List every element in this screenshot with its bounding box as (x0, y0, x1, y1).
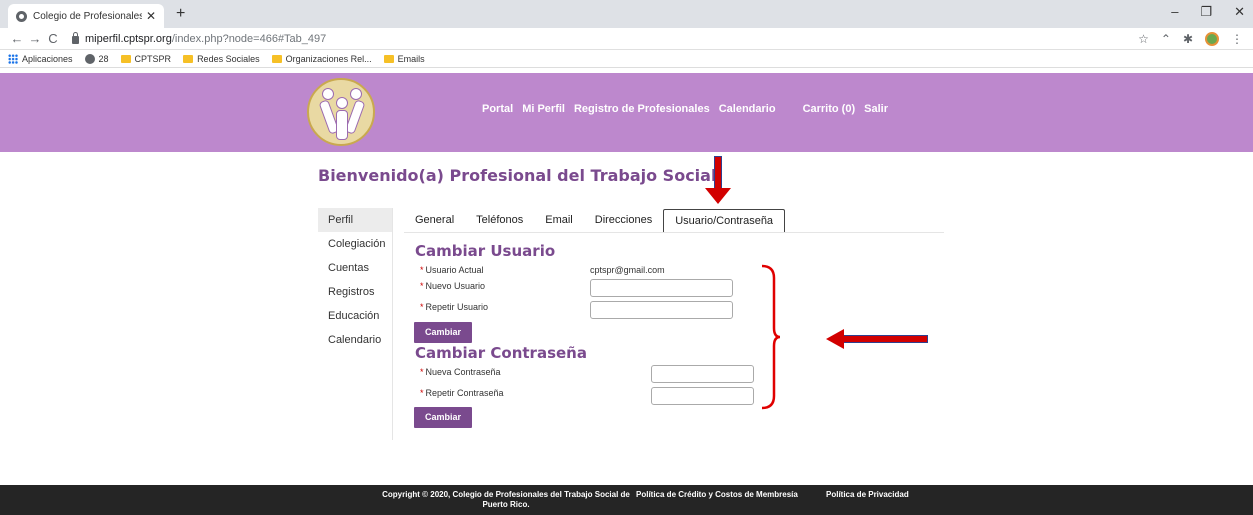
bookmark-redes[interactable]: Redes Sociales (183, 54, 260, 64)
extension-arrow-icon[interactable]: ⌃ (1161, 32, 1171, 46)
site-footer: Copyright © 2020, Colegio de Profesional… (0, 485, 1253, 515)
profile-sidebar: Perfil Colegiación Cuentas Registros Edu… (318, 208, 393, 440)
reload-icon[interactable]: C (44, 31, 62, 46)
sidebar-item-educacion[interactable]: Educación (318, 304, 392, 328)
star-icon[interactable]: ☆ (1138, 32, 1149, 46)
bookmark-organizaciones[interactable]: Organizaciones Rel... (271, 54, 372, 64)
globe-icon (16, 10, 27, 22)
main-nav: Portal Mi Perfil Registro de Profesional… (482, 103, 897, 115)
close-tab-icon[interactable]: ✕ (146, 9, 156, 23)
folder-icon (383, 54, 394, 63)
repeat-password-field[interactable] (651, 387, 754, 405)
bookmark-cptspr[interactable]: CPTSPR (120, 54, 171, 64)
address-bar: ← → C miperfil.cptspr.org /index.php?nod… (0, 28, 1253, 50)
nav-logout[interactable]: Salir (864, 103, 888, 115)
new-password-label: * Nueva Contraseña (420, 367, 501, 377)
new-user-field[interactable] (590, 279, 733, 297)
tab-telefonos[interactable]: Teléfonos (465, 208, 534, 232)
window-controls: – ❐ ✕ (1171, 4, 1245, 20)
bracket-annotation (761, 264, 781, 410)
nav-calendario[interactable]: Calendario (719, 103, 776, 115)
tab-direcciones[interactable]: Direcciones (584, 208, 663, 232)
arrow-left-annotation (826, 329, 928, 349)
back-icon[interactable]: ← (8, 31, 26, 46)
extension-icons: ☆ ⌃ ✱ ⋮ (1138, 31, 1253, 46)
current-user-value: cptspr@gmail.com (590, 265, 665, 275)
apps-icon (8, 53, 18, 64)
globe-icon (84, 53, 95, 64)
browser-tabbar: Colegio de Profesionales del Trab ✕ + – … (0, 0, 1253, 28)
nav-cart[interactable]: Carrito (0) (803, 103, 856, 115)
sidebar-item-calendario[interactable]: Calendario (318, 328, 392, 352)
arrow-down-annotation (705, 156, 731, 206)
change-user-title: Cambiar Usuario (415, 242, 556, 260)
tab-general[interactable]: General (404, 208, 465, 232)
footer-link-credit-policy[interactable]: Política de Crédito y Costos de Membresí… (636, 490, 798, 499)
bookmark-apps[interactable]: Aplicaciones (8, 53, 73, 64)
folder-icon (120, 54, 131, 63)
bookmark-emails[interactable]: Emails (383, 54, 425, 64)
profile-tabs: General Teléfonos Email Direcciones Usua… (404, 208, 944, 233)
nav-mi-perfil[interactable]: Mi Perfil (522, 103, 565, 115)
minimize-icon[interactable]: – (1171, 4, 1178, 20)
folder-icon (183, 54, 194, 63)
change-user-button[interactable]: Cambiar (414, 322, 472, 343)
folder-icon (271, 54, 282, 63)
restore-icon[interactable]: ❐ (1200, 4, 1212, 20)
change-password-button[interactable]: Cambiar (414, 407, 472, 428)
site-header: Portal Mi Perfil Registro de Profesional… (0, 73, 1253, 152)
nav-portal[interactable]: Portal (482, 103, 513, 115)
sidebar-item-colegiacion[interactable]: Colegiación (318, 232, 392, 256)
url-host: miperfil.cptspr.org (85, 32, 172, 45)
change-password-title: Cambiar Contraseña (415, 344, 587, 362)
url-field[interactable]: miperfil.cptspr.org /index.php?node=466#… (72, 31, 327, 45)
lock-icon (72, 31, 79, 44)
tab-usuario-contrasena[interactable]: Usuario/Contraseña (663, 209, 786, 232)
bookmark-28[interactable]: 28 (84, 53, 109, 64)
new-password-field[interactable] (651, 365, 754, 383)
page-title: Bienvenido(a) Profesional del Trabajo So… (318, 166, 717, 185)
repeat-user-field[interactable] (590, 301, 733, 319)
bookmarks-bar: Aplicaciones 28 CPTSPR Redes Sociales Or… (0, 50, 1253, 68)
forward-icon[interactable]: → (26, 31, 44, 46)
tab-title: Colegio de Profesionales del Trab (33, 10, 142, 22)
new-tab-icon[interactable]: + (176, 5, 185, 23)
tab-email[interactable]: Email (534, 208, 584, 232)
current-user-label: * Usuario Actual (420, 265, 484, 275)
repeat-password-label: * Repetir Contraseña (420, 388, 504, 398)
puzzle-icon[interactable]: ✱ (1183, 32, 1193, 46)
logo[interactable] (307, 78, 375, 146)
footer-link-privacy[interactable]: Política de Privacidad (826, 490, 909, 499)
nav-registro[interactable]: Registro de Profesionales (574, 103, 710, 115)
url-path: /index.php?node=466#Tab_497 (171, 32, 327, 45)
footer-copyright: Copyright © 2020, Colegio de Profesional… (382, 490, 630, 509)
sidebar-item-perfil[interactable]: Perfil (318, 208, 392, 232)
sidebar-item-registros[interactable]: Registros (318, 280, 392, 304)
browser-tab[interactable]: Colegio de Profesionales del Trab ✕ (8, 4, 164, 28)
new-user-label: * Nuevo Usuario (420, 281, 486, 291)
sidebar-item-cuentas[interactable]: Cuentas (318, 256, 392, 280)
close-window-icon[interactable]: ✕ (1234, 4, 1245, 20)
menu-icon[interactable]: ⋮ (1231, 32, 1243, 46)
repeat-user-label: * Repetir Usuario (420, 302, 489, 312)
avatar[interactable] (1205, 31, 1219, 46)
